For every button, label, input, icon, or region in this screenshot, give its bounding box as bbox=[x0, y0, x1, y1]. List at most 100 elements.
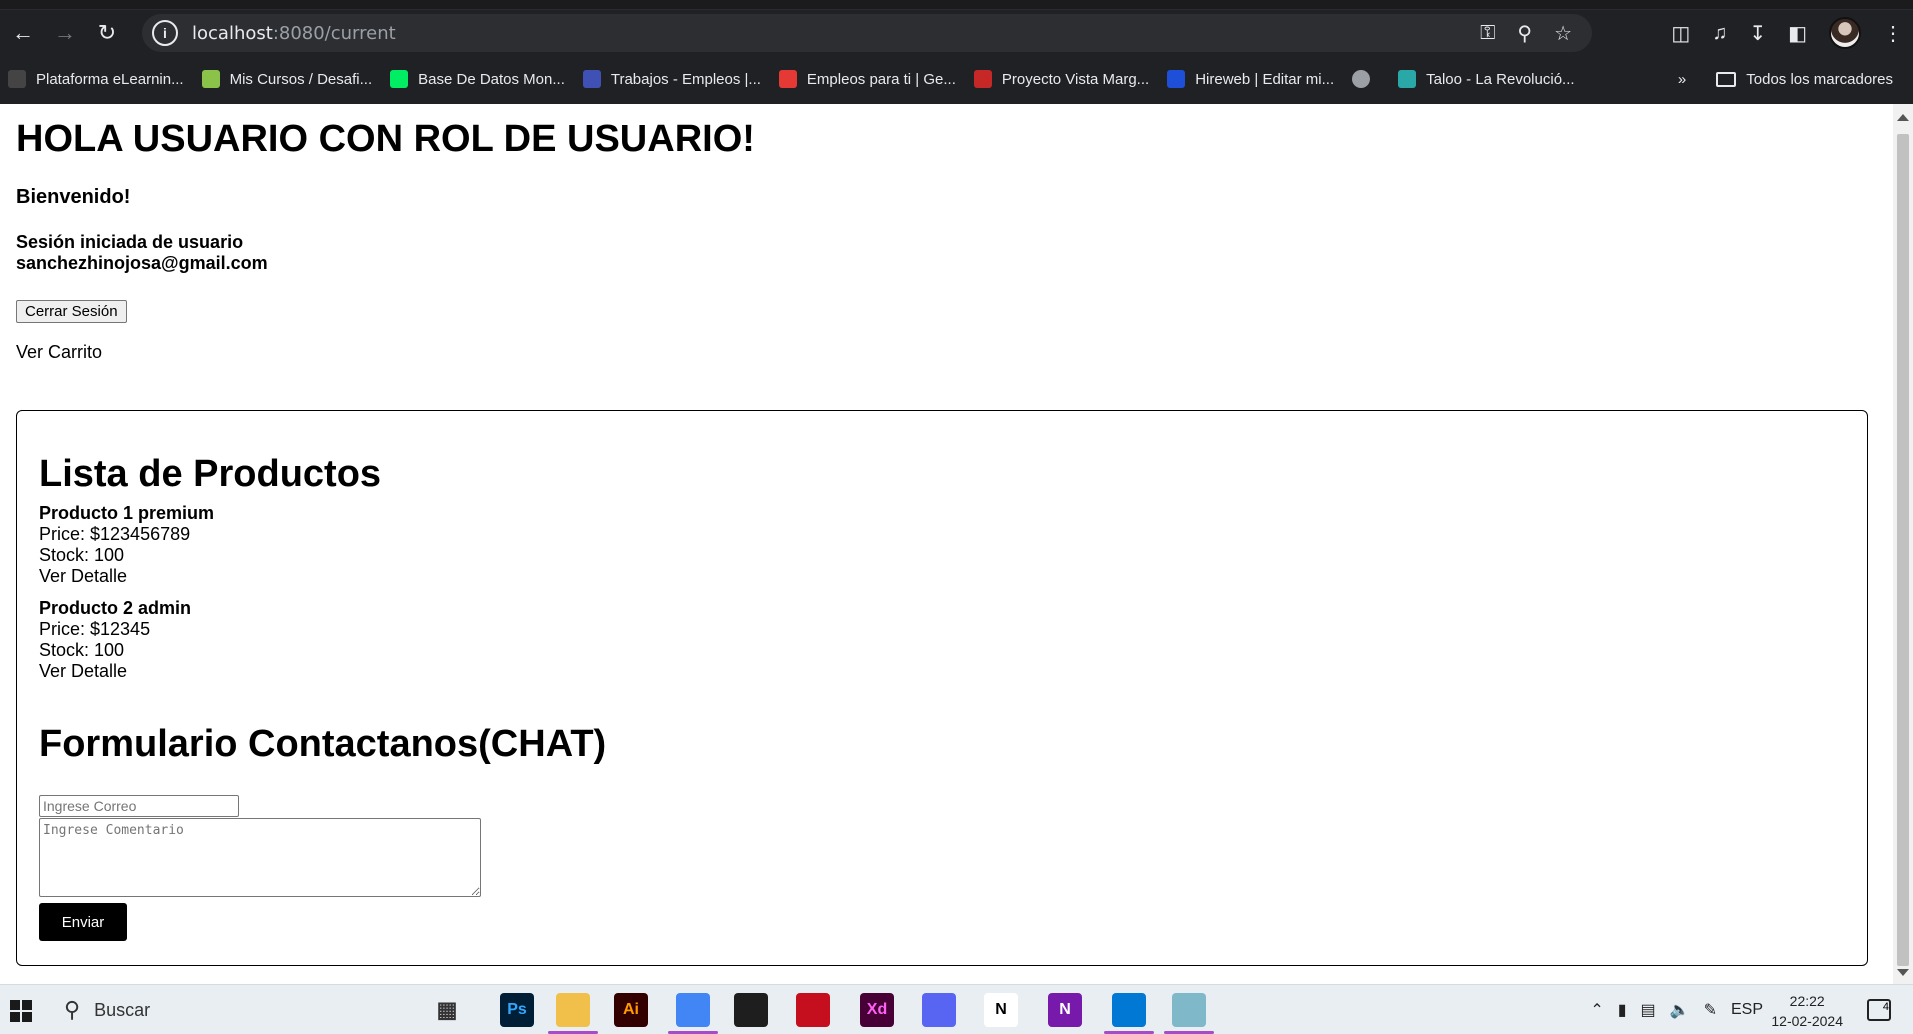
profile-avatar[interactable] bbox=[1829, 17, 1861, 49]
product-item: Producto 1 premium Price: $123456789 Sto… bbox=[39, 503, 214, 587]
taskbar-app-icon[interactable]: N bbox=[984, 993, 1018, 1027]
browser-toolbar: ← → ↻ i localhost:8080/current ⚿ ⚲ ☆ ◫ ♫… bbox=[0, 12, 1913, 54]
zoom-icon[interactable]: ⚲ bbox=[1517, 21, 1532, 46]
clock[interactable]: 22:22 12-02-2024 bbox=[1771, 991, 1843, 1031]
taskbar-app-glyph: Xd bbox=[866, 1001, 888, 1018]
bookmark-label: Plataforma eLearnin... bbox=[36, 70, 184, 88]
bookmark-item[interactable]: Taloo - La Revolució... bbox=[1398, 70, 1575, 88]
logout-button[interactable]: Cerrar Sesión bbox=[16, 300, 127, 323]
url-path: :8080/current bbox=[272, 22, 396, 44]
windows-start-icon[interactable] bbox=[10, 1000, 32, 1022]
battery-icon[interactable]: ▮ bbox=[1618, 1000, 1627, 1020]
bookmark-item[interactable]: Mis Cursos / Desafi... bbox=[201, 70, 373, 88]
product-stock: Stock: 100 bbox=[39, 545, 125, 565]
notification-icon[interactable]: 4 bbox=[1867, 999, 1891, 1021]
clock-time: 22:22 bbox=[1789, 993, 1825, 1009]
all-bookmarks-folder[interactable]: Todos los marcadores bbox=[1716, 71, 1893, 88]
all-bookmarks-label: Todos los marcadores bbox=[1746, 70, 1893, 88]
taskbar-app-icon[interactable]: N bbox=[1048, 993, 1082, 1027]
bookmark-item[interactable]: Empleos para ti | Ge... bbox=[778, 70, 956, 88]
system-tray: ⌃ ▮ ▤ 🔈 ✎ ESP bbox=[1590, 985, 1763, 1034]
bookmark-label: Proyecto Vista Marg... bbox=[1001, 70, 1150, 88]
pen-icon[interactable]: ✎ bbox=[1704, 1000, 1717, 1020]
windows-taskbar: ⚲ Buscar ▦ ⌃ ▮ ▤ 🔈 ✎ ESP 22:22 12-02-202… bbox=[0, 984, 1913, 1034]
taskbar-app-glyph: N bbox=[995, 1001, 1007, 1018]
taskbar-app-icon[interactable] bbox=[1112, 993, 1146, 1027]
bookmarks-overflow-icon[interactable]: » bbox=[1678, 71, 1686, 88]
taskbar-app-icon[interactable] bbox=[734, 993, 768, 1027]
bookmark-favicon-icon bbox=[390, 70, 409, 88]
product-detail-link[interactable]: Ver Detalle bbox=[39, 661, 191, 682]
bookmark-label: Empleos para ti | Ge... bbox=[806, 70, 956, 88]
product-detail-link[interactable]: Ver Detalle bbox=[39, 566, 214, 587]
taskbar-app-glyph: N bbox=[1059, 1001, 1071, 1018]
bookmark-item[interactable]: Hireweb | Editar mi... bbox=[1167, 70, 1334, 88]
bookmark-label: Base De Datos Mon... bbox=[418, 70, 565, 88]
bookmark-item[interactable]: Proyecto Vista Marg... bbox=[973, 70, 1150, 88]
bookmark-favicon-icon bbox=[1398, 70, 1417, 88]
address-bar[interactable]: i localhost:8080/current ⚿ ⚲ ☆ bbox=[142, 14, 1592, 52]
downloads-icon[interactable]: ↧ bbox=[1749, 21, 1766, 46]
email-input[interactable] bbox=[39, 795, 239, 817]
scroll-up-icon[interactable] bbox=[1897, 114, 1909, 121]
taskbar-app-icon[interactable] bbox=[922, 993, 956, 1027]
task-view-icon[interactable]: ▦ bbox=[430, 993, 464, 1027]
page-content: HOLA USUARIO CON ROL DE USUARIO! Bienven… bbox=[0, 104, 1893, 984]
bookmark-item[interactable]: Plataforma eLearnin... bbox=[8, 70, 184, 88]
scroll-down-icon[interactable] bbox=[1897, 969, 1909, 976]
back-icon[interactable]: ← bbox=[4, 14, 42, 52]
tab-strip bbox=[0, 0, 1913, 10]
product-name: Producto 2 admin bbox=[39, 598, 192, 618]
product-stock: Stock: 100 bbox=[39, 640, 125, 660]
greeting-heading: HOLA USUARIO CON ROL DE USUARIO! bbox=[16, 118, 755, 160]
products-panel: Lista de Productos Producto 1 premium Pr… bbox=[16, 410, 1868, 966]
product-price: Price: $12345 bbox=[39, 619, 151, 639]
taskbar-search[interactable]: ⚲ Buscar bbox=[54, 985, 414, 1034]
bookmarks-bar: Plataforma eLearnin... Mis Cursos / Desaf… bbox=[0, 62, 1913, 96]
send-button[interactable]: Enviar bbox=[39, 903, 127, 941]
products-title: Lista de Productos bbox=[39, 453, 382, 495]
search-label: Buscar bbox=[94, 999, 151, 1020]
menu-kebab-icon[interactable]: ⋮ bbox=[1883, 21, 1903, 46]
tray-chevron-icon[interactable]: ⌃ bbox=[1590, 1000, 1603, 1020]
contact-form-title: Formulario Contactanos(CHAT) bbox=[39, 723, 607, 765]
reload-icon[interactable]: ↻ bbox=[88, 14, 126, 52]
bookmark-favicon-icon bbox=[973, 70, 992, 88]
volume-icon[interactable]: 🔈 bbox=[1670, 1000, 1690, 1020]
bookmark-item[interactable]: Trabajos - Empleos |... bbox=[582, 70, 761, 88]
url-text[interactable]: localhost:8080/current bbox=[192, 23, 396, 44]
taskbar-app-icon[interactable] bbox=[796, 993, 830, 1027]
view-cart-link[interactable]: Ver Carrito bbox=[16, 342, 102, 363]
bookmark-item[interactable] bbox=[1352, 70, 1380, 88]
bookmark-item[interactable]: Base De Datos Mon... bbox=[390, 70, 565, 88]
forward-icon[interactable]: → bbox=[46, 14, 84, 52]
network-icon[interactable]: ▤ bbox=[1641, 1000, 1656, 1020]
taskbar-app-icon[interactable]: Ai bbox=[614, 993, 648, 1027]
folder-icon bbox=[1716, 71, 1737, 87]
taskbar-app-icon[interactable] bbox=[676, 993, 710, 1027]
comment-textarea[interactable] bbox=[39, 818, 481, 897]
language-indicator[interactable]: ESP bbox=[1731, 1001, 1763, 1019]
session-email: sanchezhinojosa@gmail.com bbox=[16, 253, 268, 273]
taskbar-app-icon[interactable]: Ps bbox=[500, 993, 534, 1027]
product-name: Producto 1 premium bbox=[39, 503, 215, 523]
password-key-icon[interactable]: ⚿ bbox=[1480, 22, 1495, 45]
bookmark-label: Trabajos - Empleos |... bbox=[610, 70, 761, 88]
page-scrollbar[interactable] bbox=[1893, 104, 1913, 984]
taskbar-app-icon[interactable]: Xd bbox=[860, 993, 894, 1027]
taskbar-app-icon[interactable] bbox=[556, 993, 590, 1027]
bookmark-favicon-icon bbox=[778, 70, 797, 88]
media-control-icon[interactable]: ♫ bbox=[1712, 22, 1727, 45]
bookmark-favicon-icon bbox=[201, 70, 220, 88]
url-host: localhost bbox=[192, 22, 273, 44]
taskbar-app-glyph: Ai bbox=[623, 1001, 639, 1018]
taskbar-app-icon[interactable] bbox=[1172, 993, 1206, 1027]
site-info-icon[interactable]: i bbox=[152, 20, 178, 46]
bookmark-star-icon[interactable]: ☆ bbox=[1554, 21, 1572, 46]
bookmark-label: Hireweb | Editar mi... bbox=[1195, 70, 1335, 88]
extensions-icon[interactable]: ◫ bbox=[1671, 21, 1690, 46]
scroll-thumb[interactable] bbox=[1897, 134, 1909, 966]
bookmark-label: Mis Cursos / Desafi... bbox=[229, 70, 373, 88]
bookmark-favicon-icon bbox=[1167, 70, 1186, 88]
side-panel-icon[interactable]: ◧ bbox=[1788, 21, 1807, 46]
